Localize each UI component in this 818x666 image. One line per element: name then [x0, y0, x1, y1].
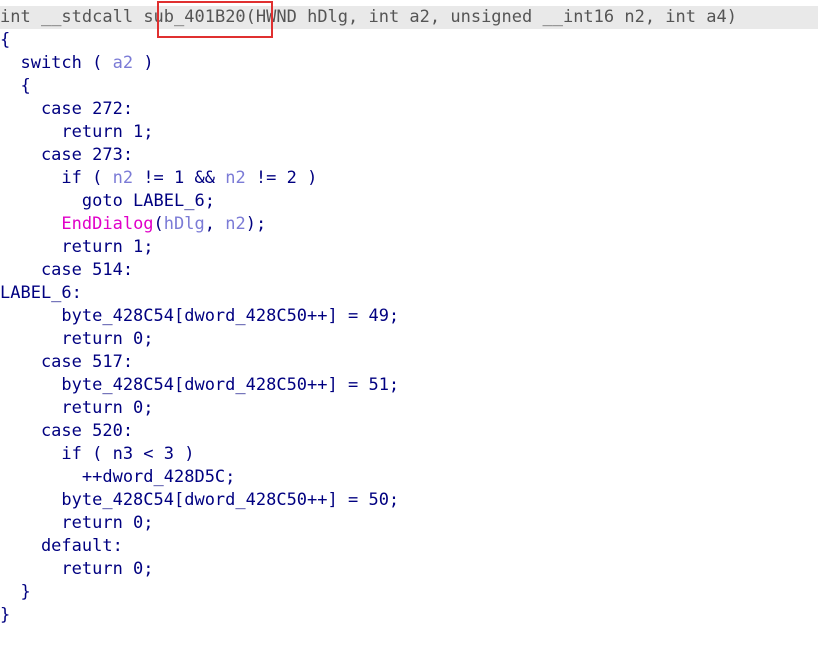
code-line-assign-50: byte_428C54[dword_428C50++] = 50;: [0, 490, 400, 510]
code-line-return-0: return 0;: [0, 559, 154, 579]
code-line-case-517: case 517:: [0, 352, 134, 372]
call-open: (: [153, 214, 164, 234]
code-line-goto-label: goto LABEL_6;: [0, 191, 215, 211]
if-keyword: if (: [0, 168, 113, 188]
code-line-return-0: return 0;: [0, 513, 154, 533]
variable-n2[interactable]: n2: [113, 168, 133, 188]
function-name[interactable]: sub_401B20: [143, 7, 245, 27]
calling-convention: __stdcall: [40, 7, 144, 27]
switch-keyword: switch (: [0, 53, 113, 73]
code-line-return-1: return 1;: [0, 237, 154, 257]
code-line-enddialog: EndDialog(hDlg, n2);: [0, 213, 266, 236]
code-line-close-brace: }: [0, 605, 11, 625]
code-line-increment-dword: ++dword_428D5C;: [0, 467, 236, 487]
code-line-return-1: return 1;: [0, 122, 154, 142]
code-line-return-0: return 0;: [0, 398, 154, 418]
code-line-case-273: case 273:: [0, 145, 134, 165]
code-line-assign-49: byte_428C54[dword_428C50++] = 49;: [0, 306, 400, 326]
function-signature[interactable]: int __stdcall sub_401B20(HWND hDlg, int …: [0, 6, 818, 29]
code-line-assign-51: byte_428C54[dword_428C50++] = 51;: [0, 375, 400, 395]
code-line-if-n3: if ( n3 < 3 ): [0, 444, 195, 464]
return-type: int: [0, 7, 41, 27]
code-line-switch: switch ( a2 ): [0, 52, 154, 75]
code-line-case-514: case 514:: [0, 260, 134, 280]
code-line-label-6[interactable]: LABEL_6:: [0, 282, 82, 305]
switch-close: ): [133, 53, 154, 73]
variable-n2[interactable]: n2: [225, 214, 245, 234]
code-line-case-272: case 272:: [0, 99, 134, 119]
variable-n2[interactable]: n2: [225, 168, 245, 188]
function-call-enddialog[interactable]: EndDialog: [61, 214, 153, 234]
function-params: (HWND hDlg, int a2, unsigned __int16 n2,…: [245, 7, 737, 27]
code-line-switch-brace: {: [0, 76, 31, 96]
if-condition-mid: != 1 &&: [133, 168, 226, 188]
code-line-switch-close-brace: }: [0, 582, 31, 602]
code-line-if-n2: if ( n2 != 1 && n2 != 2 ): [0, 167, 317, 190]
code-line-open-brace: {: [0, 30, 11, 50]
if-condition-end: != 2 ): [245, 168, 318, 188]
call-sep: ,: [204, 214, 226, 234]
code-line-case-520: case 520:: [0, 421, 134, 441]
call-close: );: [245, 214, 267, 234]
variable-a2[interactable]: a2: [113, 53, 133, 73]
variable-hdlg[interactable]: hDlg: [164, 214, 205, 234]
code-line-return-0: return 0;: [0, 329, 154, 349]
pseudocode-view[interactable]: int __stdcall sub_401B20(HWND hDlg, int …: [0, 0, 818, 666]
code-line-default: default:: [0, 536, 123, 556]
